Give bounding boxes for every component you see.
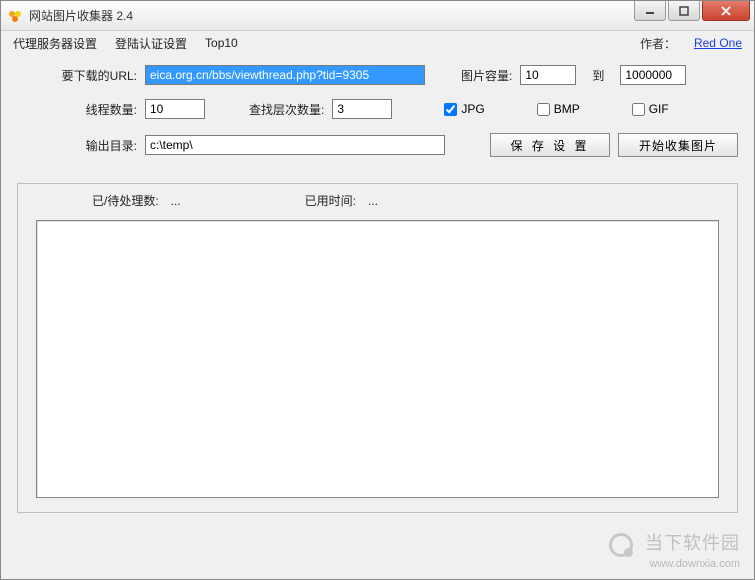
watermark-url: www.downxia.com [609, 557, 740, 571]
menu-proxy[interactable]: 代理服务器设置 [13, 35, 97, 52]
app-icon [7, 8, 23, 24]
start-collect-button[interactable]: 开始收集图片 [618, 133, 738, 157]
gif-checkbox-input[interactable] [632, 103, 645, 116]
pending-value: ... [171, 194, 211, 208]
author-link[interactable]: Red One [694, 36, 742, 50]
save-settings-button[interactable]: 保 存 设 置 [490, 133, 610, 157]
pending-label: 已/待处理数: [92, 192, 159, 209]
title-bar[interactable]: 网站图片收集器 2.4 [1, 1, 754, 31]
capacity-to-label: 到 [584, 67, 612, 84]
outdir-label: 输出目录: [17, 137, 137, 154]
watermark: 当下软件园 www.downxia.com [609, 532, 740, 571]
status-group: 已/待处理数: ... 已用时间: ... [17, 183, 738, 513]
watermark-logo-icon [609, 533, 633, 557]
jpg-checkbox[interactable]: JPG [444, 102, 484, 116]
outdir-input[interactable] [145, 135, 445, 155]
menu-auth[interactable]: 登陆认证设置 [115, 35, 187, 52]
time-value: ... [368, 194, 408, 208]
capacity-to-input[interactable] [620, 65, 686, 85]
close-button[interactable] [702, 1, 750, 21]
url-label: 要下载的URL: [17, 67, 137, 84]
menu-bar: 代理服务器设置 登陆认证设置 Top10 作者： Red One [1, 31, 754, 55]
jpg-checkbox-input[interactable] [444, 103, 457, 116]
app-window: 网站图片收集器 2.4 代理服务器设置 登陆认证设置 Top10 作者： Red… [0, 0, 755, 580]
bmp-checkbox-input[interactable] [537, 103, 550, 116]
menu-top10[interactable]: Top10 [205, 36, 238, 50]
capacity-label: 图片容量: [461, 67, 512, 84]
window-controls [632, 1, 754, 23]
bmp-checkbox[interactable]: BMP [537, 102, 580, 116]
settings-form: 要下载的URL: 图片容量: 到 线程数量: 查找层次数量: JPG BMP [1, 55, 754, 177]
depth-input[interactable] [332, 99, 392, 119]
window-title: 网站图片收集器 2.4 [29, 7, 133, 24]
threads-label: 线程数量: [17, 101, 137, 118]
results-listbox[interactable] [36, 220, 719, 498]
maximize-button[interactable] [668, 1, 700, 21]
capacity-from-input[interactable] [520, 65, 576, 85]
time-label: 已用时间: [305, 192, 356, 209]
threads-input[interactable] [145, 99, 205, 119]
depth-label: 查找层次数量: [249, 101, 324, 118]
minimize-button[interactable] [634, 1, 666, 21]
watermark-brand: 当下软件园 [645, 533, 740, 553]
author-label: 作者： [640, 35, 676, 52]
status-row: 已/待处理数: ... 已用时间: ... [42, 192, 713, 209]
url-input[interactable] [145, 65, 425, 85]
gif-checkbox[interactable]: GIF [632, 102, 669, 116]
